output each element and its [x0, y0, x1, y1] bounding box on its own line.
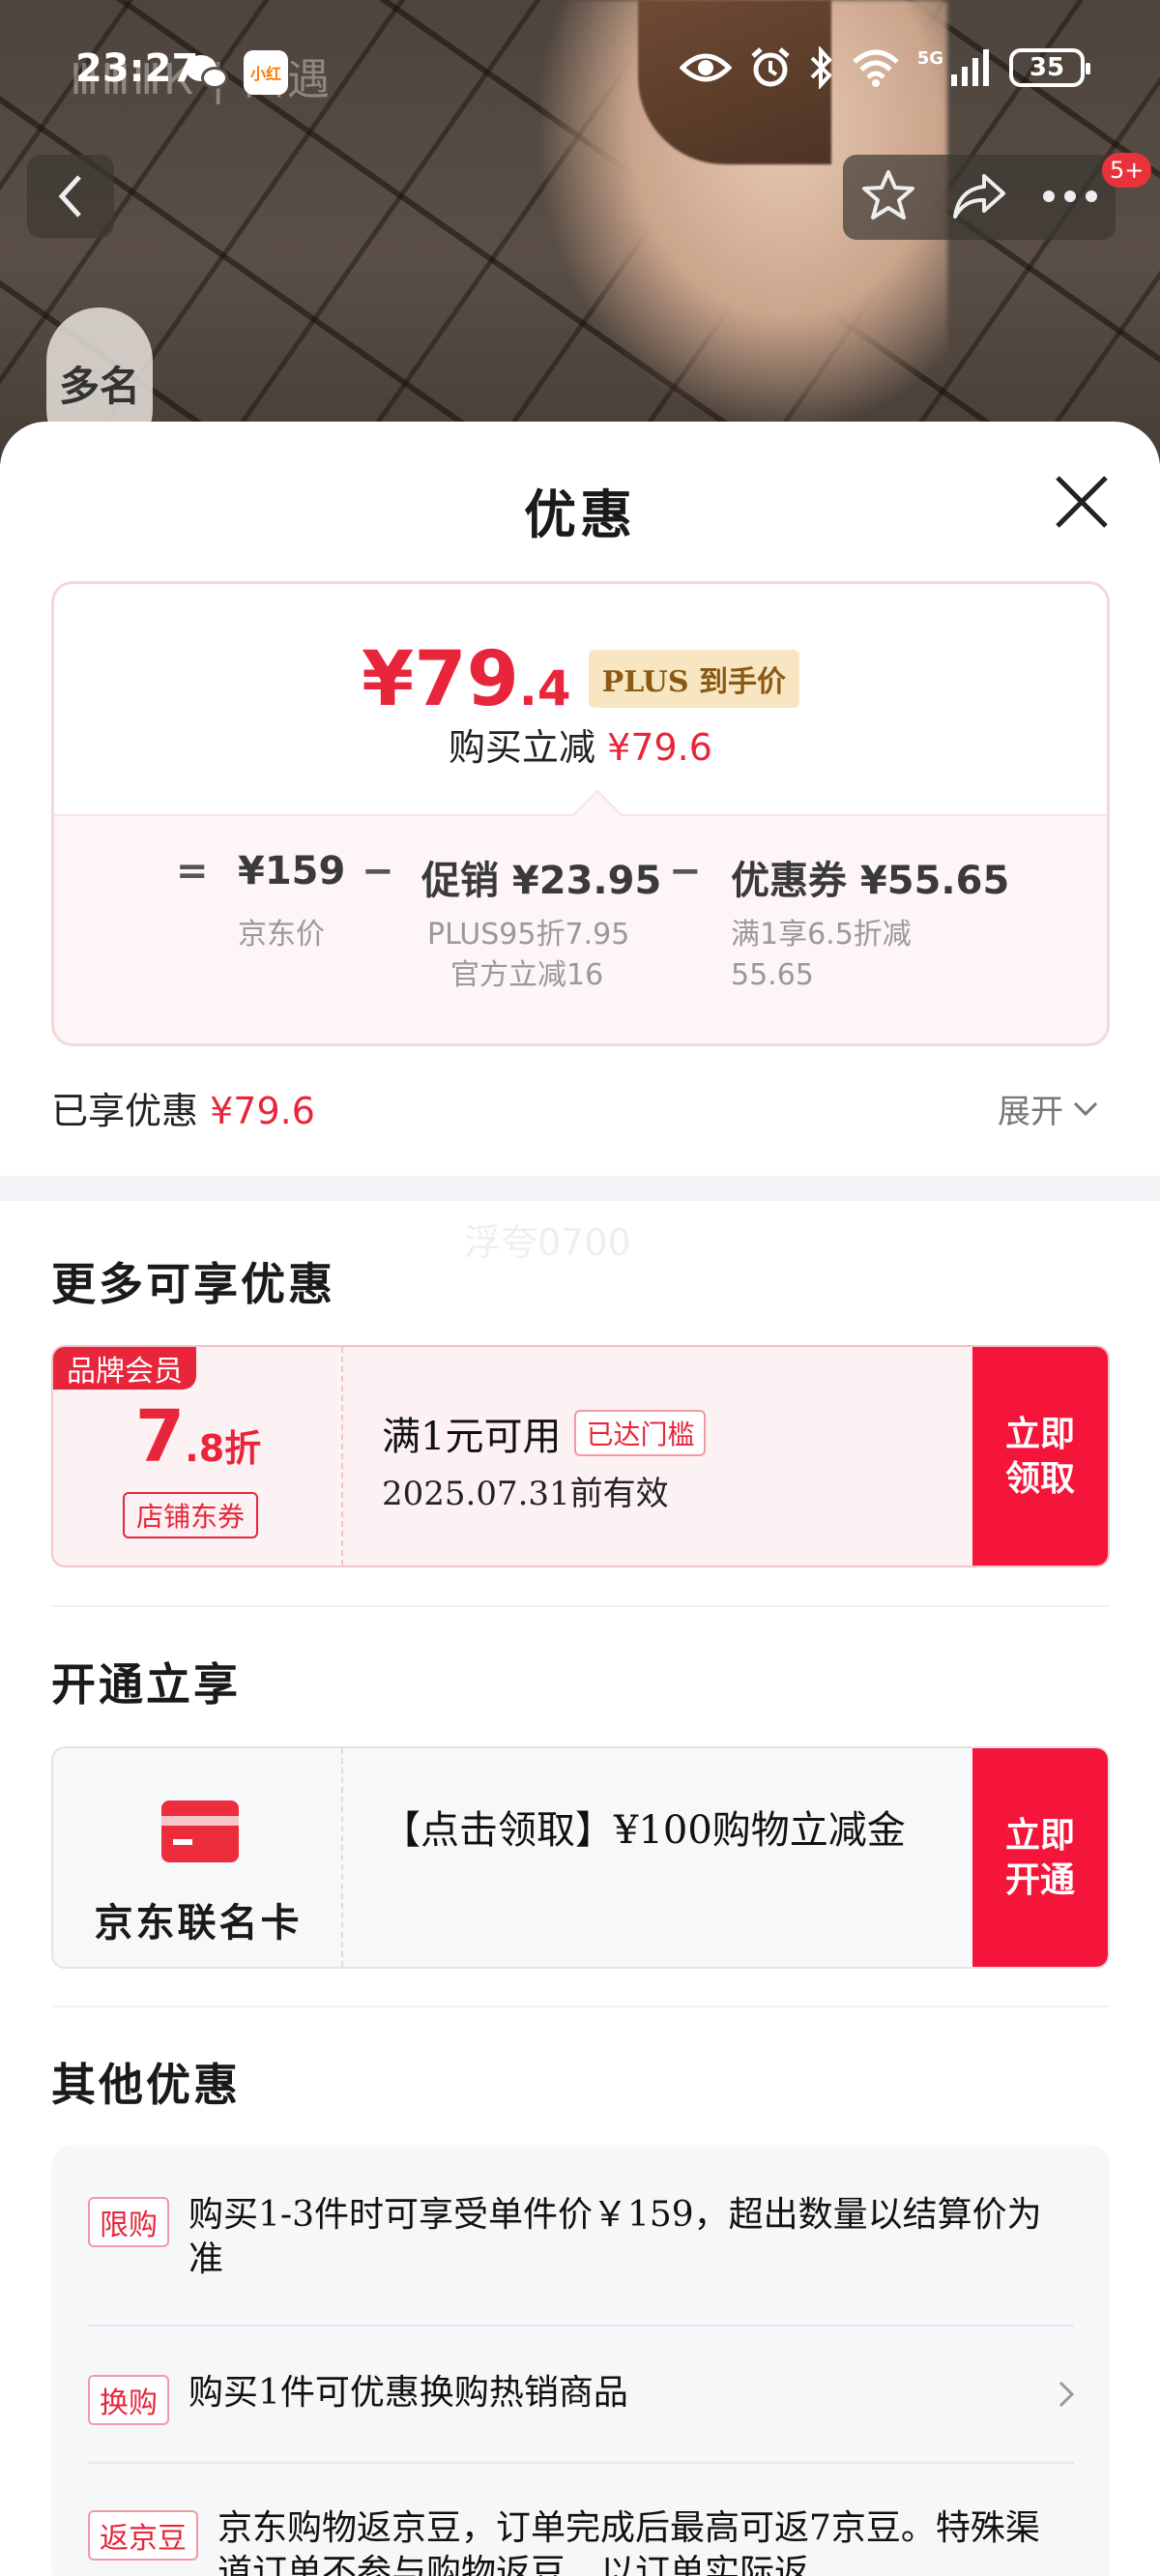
close-icon[interactable]: [1054, 474, 1110, 530]
price-decimal: .4: [518, 660, 571, 717]
coupon-discount-value: 7.8折: [53, 1395, 343, 1478]
credit-card-icon: [161, 1800, 239, 1862]
message-count-badge: 5+: [1102, 153, 1152, 188]
price-breakdown: = ¥159 京东价 − 促销 ¥23.95 PLUS95折7.95 官方立减1…: [54, 814, 1107, 1043]
plus-price-tag: PLUS 到手价: [588, 650, 799, 708]
coupon-condition: 满1元可用 已达门槛: [382, 1405, 707, 1461]
price-summary-card: ¥79.4 PLUS 到手价 购买立减 ¥79.6 = ¥159 京东价 − 促…: [51, 581, 1110, 1046]
chevron-down-icon: [1073, 1101, 1098, 1116]
offer-row-purchase-limit: 限购 购买1-3件时可享受单件价￥159，超出数量以结算价为准: [88, 2193, 1074, 2282]
sheet-title: 优惠: [524, 483, 636, 545]
price-integer: 79: [414, 636, 519, 723]
offer-tag: 限购: [88, 2197, 169, 2247]
equals-sign: =: [176, 849, 209, 893]
bluetooth-icon: [809, 46, 834, 89]
enjoyed-discount: 已享优惠 ¥79.6: [51, 1081, 315, 1134]
offer-text: 购买1-3件时可享受单件价￥159，超出数量以结算价为准: [188, 2195, 1042, 2279]
open-button-line1: 立即: [1004, 1815, 1075, 1856]
instant-reduction: 购买立减 ¥79.6: [54, 717, 1107, 771]
coupon-detail-line2: 55.65: [731, 958, 814, 992]
share-icon[interactable]: [951, 170, 1007, 224]
coupon-valid-date: 2025.07.31前有效: [382, 1475, 669, 1513]
offer-row-jingdou: 返京豆 京东购物返京豆，订单完成后最高可返7京豆。特殊渠道订单不参与购物返豆，以…: [88, 2506, 1074, 2576]
promo-amount: 促销 ¥23.95: [421, 859, 662, 903]
discount-sheet: 优惠 ¥79.4 PLUS 到手价 购买立减 ¥79.6 = ¥159 京东价 …: [0, 422, 1160, 2576]
battery-icon: 35: [1009, 48, 1090, 87]
cobrand-card-panel: 京东联名卡: [53, 1748, 343, 1967]
favorite-star-icon[interactable]: [860, 168, 916, 226]
open-card-button[interactable]: 立即 开通: [972, 1748, 1108, 1967]
offer-text: 京东购物返京豆，订单完成后最高可返7京豆。特殊渠道订单不参与购物返豆，以订单实际…: [218, 2508, 1040, 2576]
offer-row-exchange[interactable]: 换购 购买1件可优惠换购热销商品: [88, 2371, 1074, 2425]
expand-button[interactable]: 展开: [998, 1085, 1098, 1132]
coupon-detail-line1: 满1享6.5折减: [731, 918, 912, 951]
notification-icons: 小红: [186, 50, 288, 95]
promo-detail-plus: PLUS95折7.95: [427, 918, 630, 951]
divider: [51, 2005, 1110, 2007]
eye-icon: [679, 50, 732, 85]
coupon-amount: 优惠券 ¥55.65: [731, 859, 1010, 903]
promo-detail-official: 官方立减16: [450, 958, 604, 992]
member-coupon-card: 品牌会员 7.8折 店铺东券 满1元可用 已达门槛 2025.07.31前有效 …: [51, 1345, 1110, 1567]
status-right-icons: 5G 35: [679, 46, 1090, 89]
brand-member-tag: 品牌会员: [53, 1347, 196, 1390]
chevron-right-icon: [1058, 2381, 1074, 2408]
divider: [51, 1605, 1110, 1607]
price-currency: ¥: [362, 636, 415, 723]
claim-button-line1: 立即: [1004, 1414, 1075, 1454]
discount-decimal: .8折: [185, 1427, 262, 1470]
offer-tag: 返京豆: [88, 2510, 198, 2561]
more-icon[interactable]: [1042, 189, 1098, 207]
claim-button-line2: 领取: [1004, 1458, 1075, 1499]
shop-coupon-label: 店铺东券: [123, 1492, 259, 1538]
chevron-left-icon: [58, 175, 81, 218]
coupon-condition-text: 满1元可用: [382, 1415, 562, 1459]
enjoyed-label: 已享优惠: [51, 1090, 199, 1132]
cobrand-card-offer: 京东联名卡 【点击领取】¥100购物立减金 立即 开通: [51, 1746, 1110, 1969]
wechat-icon: [186, 53, 230, 92]
xiaohongshu-icon: 小红: [244, 50, 288, 95]
section-separator: [0, 1176, 1160, 1201]
minus-sign-1: −: [362, 849, 394, 893]
discount-integer: 7: [134, 1395, 186, 1478]
enjoyed-amount: ¥79.6: [210, 1090, 315, 1132]
cobrand-offer-text: 【点击领取】¥100购物立减金: [382, 1808, 906, 1853]
reduce-amount: ¥79.6: [607, 726, 712, 769]
nav-actions: [843, 155, 1116, 240]
final-price: ¥79.4 PLUS 到手价: [54, 636, 1107, 723]
open-button-line2: 开通: [1004, 1859, 1075, 1900]
expand-label: 展开: [998, 1093, 1063, 1131]
faint-watermark: 浮夸0700: [464, 1221, 631, 1264]
alarm-icon: [749, 46, 792, 89]
back-button[interactable]: [27, 155, 114, 238]
status-time: 23:27: [75, 46, 199, 91]
offer-text: 购买1件可优惠换购热销商品: [188, 2373, 628, 2413]
coupon-discount-panel: 品牌会员 7.8折 店铺东券: [53, 1347, 343, 1566]
cobrand-card-name: 京东联名卡: [94, 1900, 303, 1946]
signal-icon: [949, 47, 992, 88]
claim-coupon-button[interactable]: 立即 领取: [972, 1347, 1108, 1566]
offer-separator: [88, 2462, 1074, 2464]
network-type: 5G: [916, 47, 943, 69]
open-enjoy-title: 开通立享: [51, 1658, 241, 1711]
other-offers-title: 其他优惠: [51, 2059, 241, 2111]
minus-sign-2: −: [669, 849, 702, 893]
wifi-icon: [852, 48, 900, 87]
base-price: ¥159: [238, 849, 346, 893]
threshold-met-badge: 已达门槛: [574, 1410, 707, 1456]
offer-tag: 换购: [88, 2375, 169, 2425]
reduce-label: 购买立减: [449, 726, 596, 769]
more-offers-title: 更多可享优惠: [51, 1258, 335, 1310]
other-offers-list: 限购 购买1-3件时可享受单件价￥159，超出数量以结算价为准 换购 购买1件可…: [51, 2145, 1110, 2576]
final-price-value: ¥79.4: [362, 636, 571, 723]
offer-separator: [88, 2325, 1074, 2327]
status-bar: 23:27 小红 5G 35: [0, 0, 1160, 145]
base-price-label: 京东价: [238, 918, 325, 951]
